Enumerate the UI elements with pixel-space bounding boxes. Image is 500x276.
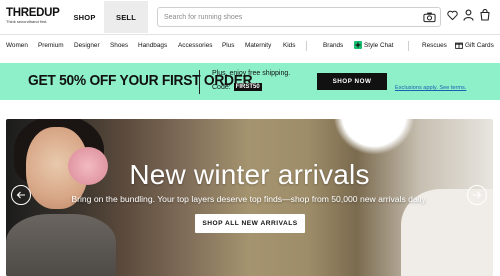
- hero-title: New winter arrivals: [129, 159, 370, 190]
- search-input[interactable]: Search for running shoes: [157, 7, 441, 27]
- promo-code-label: Code:: [212, 83, 231, 91]
- promo-banner: GET 50% OFF YOUR FIRST ORDER Plus, enjoy…: [0, 63, 500, 100]
- carousel-prev-button[interactable]: [11, 185, 31, 205]
- nav-item-premium[interactable]: Premium: [38, 42, 64, 49]
- shop-tab[interactable]: SHOP: [62, 1, 107, 33]
- promo-code: FIRST50: [233, 83, 262, 91]
- arrow-right-icon: [473, 191, 482, 199]
- hero-banner: New winter arrivals Bring on the bundlin…: [6, 119, 493, 276]
- carousel-next-button[interactable]: [467, 185, 487, 205]
- arrow-left-icon: [16, 191, 25, 199]
- search-placeholder: Search for running shoes: [164, 13, 243, 21]
- exclusions-link[interactable]: Exclusions apply. See terms.: [395, 85, 466, 91]
- gift-cards-label: Gift Cards: [465, 41, 494, 49]
- nav-item-rescues[interactable]: Rescues: [422, 42, 447, 49]
- style-chat-label: Style Chat: [364, 41, 394, 49]
- nav-item-kids[interactable]: Kids: [283, 42, 295, 49]
- hero-model-sweater: [6, 214, 116, 276]
- sell-tab[interactable]: SELL: [104, 1, 148, 33]
- nav-separator: [306, 41, 307, 51]
- thredup-logo[interactable]: THREDUP Think secondhand first.: [6, 7, 66, 29]
- gift-icon: [455, 42, 463, 49]
- nav-item-maternity[interactable]: Maternity: [245, 42, 271, 49]
- nav-item-handbags[interactable]: Handbags: [138, 42, 167, 49]
- promo-shipping-text: Plus, enjoy free shipping.: [212, 70, 291, 77]
- camera-icon[interactable]: [423, 11, 436, 23]
- category-nav: Women Premium Designer Shoes Handbags Ac…: [0, 35, 500, 59]
- nav-separator: [408, 41, 409, 51]
- nav-item-plus[interactable]: Plus: [222, 42, 234, 49]
- shop-all-new-arrivals-button[interactable]: SHOP ALL NEW ARRIVALS: [195, 214, 305, 233]
- promo-divider: [199, 70, 200, 94]
- nav-item-designer[interactable]: Designer: [74, 42, 100, 49]
- nav-item-accessories[interactable]: Accessories: [178, 42, 212, 49]
- style-chat-icon: [354, 41, 362, 49]
- hero-daisy-decoration: [333, 119, 415, 155]
- nav-item-style-chat[interactable]: Style Chat: [354, 41, 393, 49]
- user-icon[interactable]: [463, 9, 474, 21]
- shop-now-button[interactable]: SHOP NOW: [317, 73, 387, 90]
- nav-item-brands[interactable]: Brands: [323, 42, 343, 49]
- nav-item-gift-cards[interactable]: Gift Cards: [455, 41, 494, 49]
- promo-code-line: Code: FIRST50: [212, 83, 262, 91]
- cart-icon[interactable]: [479, 9, 491, 21]
- nav-item-shoes[interactable]: Shoes: [110, 42, 128, 49]
- logo-tagline: Think secondhand first.: [6, 19, 48, 24]
- top-bar: THREDUP Think secondhand first. SHOP SEL…: [0, 0, 500, 34]
- logo-name: THREDUP: [6, 7, 60, 19]
- hero-subtitle: Bring on the bundling. Your top layers d…: [71, 194, 428, 204]
- heart-icon[interactable]: [447, 10, 458, 21]
- nav-item-women[interactable]: Women: [6, 42, 28, 49]
